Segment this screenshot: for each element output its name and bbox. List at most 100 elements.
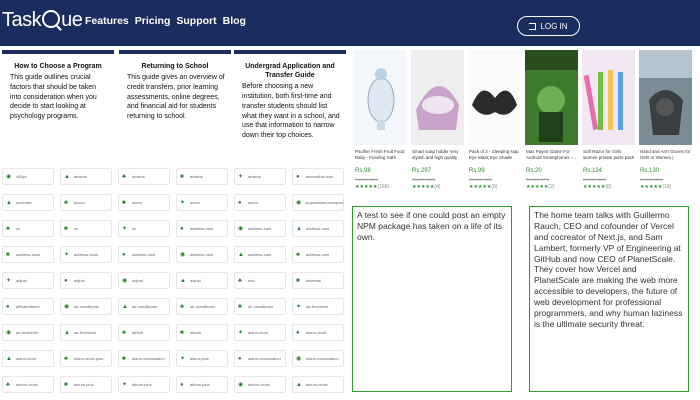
logo-text-right: ue	[61, 9, 83, 31]
icon-grid-cell[interactable]: ● adjust	[60, 272, 112, 289]
icon-grid-cell[interactable]: ♣ accou	[60, 194, 112, 211]
icon-grid-cell[interactable]: ■ abacus	[176, 168, 228, 185]
grid-item-icon: ✦	[122, 381, 128, 388]
icon-grid-cell[interactable]: ✦ abacus	[234, 168, 286, 185]
icon-grid-cell[interactable]: ▲ address-card	[292, 220, 344, 237]
icon-grid-cell[interactable]: ◉acquisitions-incorporated	[292, 194, 344, 211]
icon-grid-cell[interactable]: ▲ air-conditioner	[118, 298, 170, 315]
info-card[interactable]: How to Choose a Program This guide outli…	[2, 50, 114, 162]
icon-grid-cell[interactable]: ■ air-conditioner	[234, 298, 286, 315]
icon-grid-cell[interactable]: ✦ ad	[118, 220, 170, 237]
product-image[interactable]	[411, 50, 464, 145]
main-nav: Features Pricing Support Blog	[85, 15, 246, 27]
product-old-price: Rs.449 -78%	[469, 177, 493, 182]
product-card[interactable]: Smart soap holder very stylish and high …	[409, 46, 464, 201]
icon-grid-cell[interactable]: ◉ air-conditioner	[60, 298, 112, 315]
grid-item-label: acorn	[190, 200, 201, 205]
product-old-price: Rs.449 -34%	[412, 177, 436, 182]
product-card[interactable]: Max Payne Game For Android Smartphones -…	[523, 46, 578, 201]
icon-grid-cell[interactable]: ◉ address-card	[176, 246, 228, 263]
product-image[interactable]	[468, 50, 521, 145]
nav-support[interactable]: Support	[176, 15, 216, 27]
grid-item-label: adn	[248, 278, 255, 283]
info-card[interactable]: Undergrad Application and Transfer Guide…	[234, 50, 346, 162]
icon-grid-cell[interactable]: ◉ address-card	[234, 220, 286, 237]
product-image[interactable]	[354, 50, 407, 145]
grid-item-icon: ♣	[64, 199, 68, 206]
icon-grid-cell[interactable]: ● accessible-icon	[292, 168, 344, 185]
icon-grid-cell[interactable]: ■ album-plus	[60, 376, 112, 393]
icon-grid-cell[interactable]: ■ address-book	[2, 246, 54, 263]
icon-grid-cell[interactable]: ● affiliatetheme	[2, 298, 54, 315]
grid-item-icon: ■	[122, 355, 126, 362]
icon-grid-cell[interactable]: ✦ album-plus	[118, 376, 170, 393]
icon-grid-cell[interactable]: ● alarm-exclamation	[234, 350, 286, 367]
icon-grid-cell[interactable]: ♣ abacus	[118, 168, 170, 185]
icon-grid-cell[interactable]: ▲ abacus	[60, 168, 112, 185]
icon-grid-cell[interactable]: ● address-card	[176, 220, 228, 237]
icon-grid-cell[interactable]: ✦ address-book	[60, 246, 112, 263]
grid-item-label: acorn	[132, 200, 143, 205]
icon-grid-cell[interactable]: ■ acorn	[118, 194, 170, 211]
icon-grid-cell[interactable]: ■ airbnb	[176, 324, 228, 341]
icon-grid-cell[interactable]: ● acorn	[234, 194, 286, 211]
icon-grid-cell[interactable]: ◉ album-circle	[234, 376, 286, 393]
product-image[interactable]	[639, 50, 692, 145]
grid-item-label: address-card	[306, 226, 330, 231]
icon-grid-cell[interactable]: ♣ alarm-clock-plus	[60, 350, 112, 367]
product-image[interactable]	[582, 50, 635, 145]
grid-item-label: album-circle	[16, 382, 38, 387]
login-button[interactable]: LOG IN	[517, 16, 580, 36]
icon-grid-cell[interactable]: ♣ ad	[2, 220, 54, 237]
icon-grid-cell[interactable]: ▲ accessib	[2, 194, 54, 211]
icon-grid-cell[interactable]: ● album-plus	[176, 376, 228, 393]
icon-grid-cell[interactable]: ✦ air-freshener	[292, 298, 344, 315]
icon-grid-cell[interactable]: ♣ address-card	[292, 246, 344, 263]
nav-pricing[interactable]: Pricing	[135, 15, 171, 27]
grid-item-label: address-card	[190, 252, 214, 257]
nav-blog[interactable]: Blog	[223, 15, 246, 27]
icon-grid-cell[interactable]: ■ adversal	[292, 272, 344, 289]
grid-item-label: air-conditioner	[248, 304, 274, 309]
product-title: Soft Razor for Girls women private parts…	[583, 149, 635, 161]
grid-item-icon: ■	[296, 277, 300, 284]
info-card[interactable]: Returning to School This guide gives an …	[119, 50, 231, 162]
icon-grid-cell[interactable]: ◉ alarm-exclamation	[292, 350, 344, 367]
product-card[interactable]: Hand and Arm Gloves for Girls or Women |…	[637, 46, 692, 201]
icon-grid-cell[interactable]: ■ alarm-exclamation	[118, 350, 170, 367]
icon-grid-cell[interactable]: ♣ album-circle	[2, 376, 54, 393]
icon-grid-cell[interactable]: ◉ 480px	[2, 168, 54, 185]
product-card[interactable]: Pacifier Fresh Fruit Food Baby - Feeding…	[352, 46, 407, 201]
post-box-left[interactable]: A test to see if one could post an empty…	[352, 206, 512, 392]
icon-grid-cell[interactable]: ♣ air-conditioner	[176, 298, 228, 315]
product-card[interactable]: Pack of 2 - Sleeping Nap Eye Mask Eye Sh…	[466, 46, 521, 201]
icon-grid-cell[interactable]: ▲ adjust	[176, 272, 228, 289]
rating-stars: ★★★★★	[469, 184, 492, 190]
nav-features[interactable]: Features	[85, 15, 129, 27]
icon-grid-cell[interactable]: ♣ adn	[234, 272, 286, 289]
icon-grid-cell[interactable]: ✦ adjust	[2, 272, 54, 289]
product-image[interactable]	[525, 50, 578, 145]
grid-item-icon: ◉	[122, 277, 128, 284]
icon-grid-cell[interactable]: ◉ adjust	[118, 272, 170, 289]
product-title: Pack of 2 - Sleeping Nap Eye Mask Eye Sh…	[469, 149, 519, 161]
grid-item-label: adjust	[16, 278, 27, 283]
grid-item-label: address-card	[248, 226, 272, 231]
login-icon	[529, 22, 537, 30]
icon-grid-cell[interactable]: ▲ album-circle	[292, 376, 344, 393]
icon-grid-cell[interactable]: ◉ air-freshener	[2, 324, 54, 341]
product-card[interactable]: Soft Razor for Girls women private parts…	[580, 46, 635, 201]
logo[interactable]: Task ue	[2, 9, 83, 33]
icon-grid-cell[interactable]: ■ ad	[60, 220, 112, 237]
icon-grid-cell[interactable]: ✦ alarm-clock	[234, 324, 286, 341]
icon-grid-cell[interactable]: ▲ air-freshener	[60, 324, 112, 341]
icon-grid-cell[interactable]: ● alarm-clock	[292, 324, 344, 341]
grid-item-icon: ■	[64, 381, 68, 388]
icon-grid-cell[interactable]: ✦ alarm-plus	[176, 350, 228, 367]
icon-grid-cell[interactable]: ● address-card	[118, 246, 170, 263]
icon-grid-cell[interactable]: ▲ alarm-clock	[2, 350, 54, 367]
icon-grid-cell[interactable]: ✦ acorn	[176, 194, 228, 211]
icon-grid-cell[interactable]: ▲ address-card	[234, 246, 286, 263]
post-box-right[interactable]: The home team talks with Guillermo Rauch…	[529, 206, 689, 392]
icon-grid-cell[interactable]: ♣ airbnb	[118, 324, 170, 341]
